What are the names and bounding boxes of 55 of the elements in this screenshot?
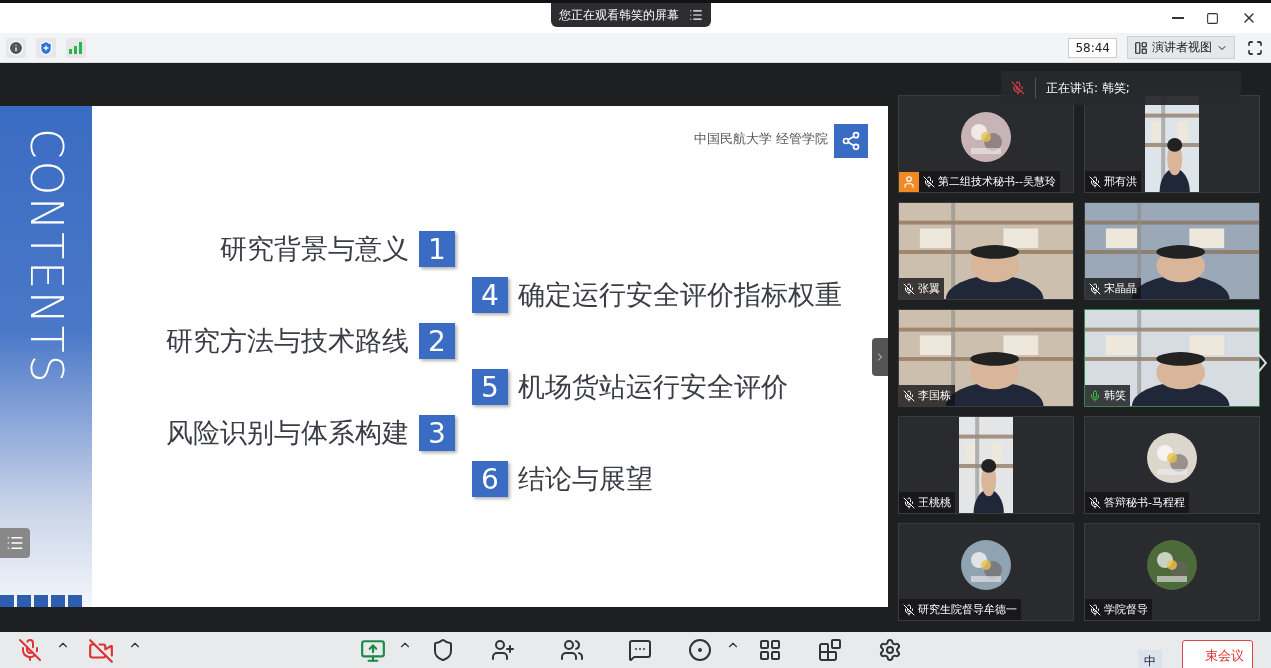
view-label: 演讲者视图 xyxy=(1152,39,1212,56)
ime-label: 中 xyxy=(1144,653,1156,668)
participant-name: 韩笑 xyxy=(1085,385,1130,406)
participant-name: 答辩秘书-马程程 xyxy=(1085,492,1189,513)
maximize-icon xyxy=(1206,11,1219,25)
chevron-icon xyxy=(1253,348,1267,378)
item-number: 5 xyxy=(472,369,508,405)
contents-item: 确定运行安全评价指标权重 xyxy=(518,278,842,312)
slide-side-title: CONTENTS xyxy=(24,128,68,385)
participant-name: 第二组技术秘书--吴慧玲 xyxy=(919,171,1060,192)
minimize-icon xyxy=(1172,17,1184,19)
video-button[interactable] xyxy=(88,638,114,664)
item-number: 1 xyxy=(419,231,455,267)
record-button[interactable] xyxy=(688,638,712,662)
item-number: 6 xyxy=(472,461,508,497)
view-button[interactable]: 演讲者视图 xyxy=(1127,36,1235,59)
participant-name: 王桃桃 xyxy=(899,492,955,513)
breakout-button[interactable] xyxy=(758,638,782,662)
invite-button[interactable] xyxy=(491,638,515,662)
contents-item: 研究背景与意义 xyxy=(220,232,409,266)
speaking-text: 正在讲话: 韩笑; xyxy=(1046,79,1130,97)
mic-muted-icon xyxy=(1011,81,1025,95)
share-icon xyxy=(834,124,868,158)
security-button[interactable] xyxy=(431,638,455,662)
panel-toggle-button[interactable] xyxy=(872,338,888,376)
slide-organization: 中国民航大学 经管学院 xyxy=(693,130,828,148)
settings-button[interactable] xyxy=(878,638,902,662)
mute-button[interactable] xyxy=(18,638,42,662)
participant-name: 研究生院督导牟德一 xyxy=(899,599,1021,620)
banner-text: 您正在观看韩笑的屏幕 xyxy=(559,6,679,24)
item-number: 2 xyxy=(419,323,455,359)
chat-button[interactable] xyxy=(628,638,652,662)
share-screen-button[interactable] xyxy=(360,638,386,664)
next-page-button[interactable] xyxy=(1253,348,1267,378)
contents-item: 结论与展望 xyxy=(518,462,653,496)
participant-name: 邢有洪 xyxy=(1085,171,1141,192)
layout-icon xyxy=(1134,40,1148,55)
menu-icon[interactable] xyxy=(689,8,703,22)
end-meeting-button[interactable]: 束会议 xyxy=(1182,640,1253,668)
contents-item: 风险识别与体系构建 xyxy=(166,416,409,450)
item-number: 4 xyxy=(472,277,508,313)
participant-name: 宋晶晶 xyxy=(1085,278,1141,299)
meeting-timer: 58:44 xyxy=(1068,37,1117,58)
info-icon[interactable] xyxy=(6,37,26,58)
participant-name: 学院督导 xyxy=(1085,599,1152,620)
members-button[interactable] xyxy=(560,638,584,662)
list-icon xyxy=(6,534,24,552)
apps-button[interactable] xyxy=(818,638,842,662)
participant-name: 张翼 xyxy=(899,278,944,299)
participant-name: 李国栋 xyxy=(899,385,955,406)
shield-icon[interactable] xyxy=(36,37,56,58)
contents-item: 机场货站运行安全评价 xyxy=(518,370,788,404)
contents-item: 研究方法与技术路线 xyxy=(166,324,409,358)
slide-menu-button[interactable] xyxy=(0,528,30,558)
item-number: 3 xyxy=(419,415,455,451)
